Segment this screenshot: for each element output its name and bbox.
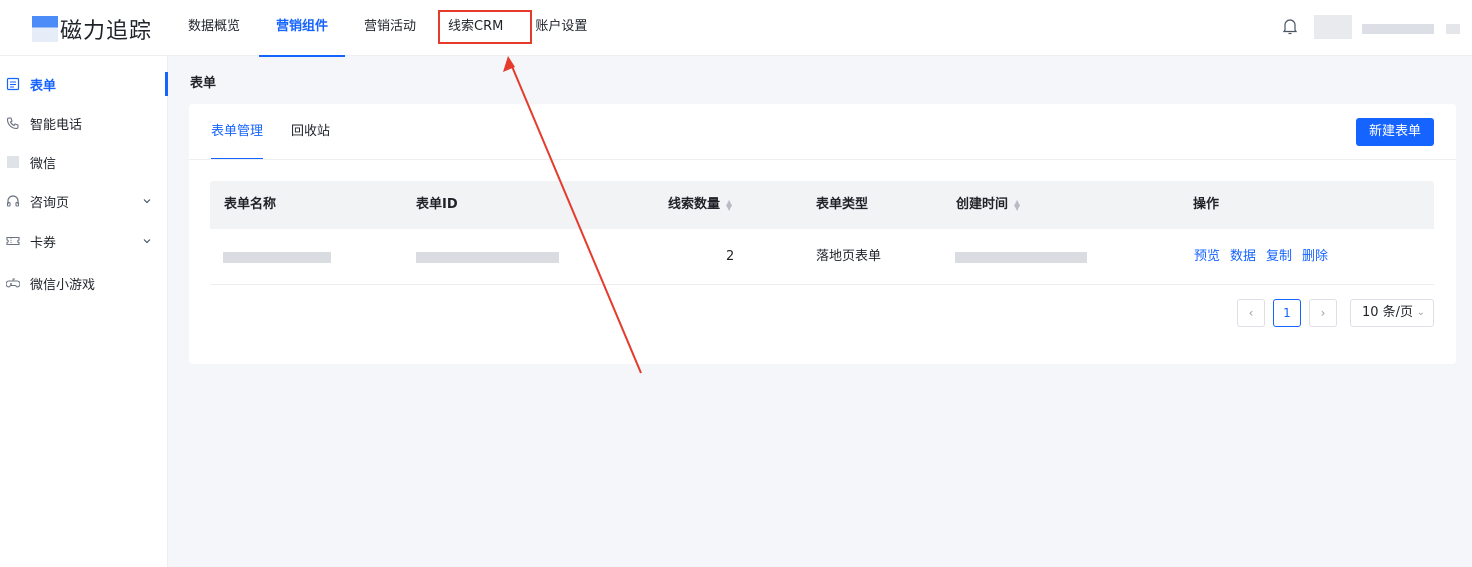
highlight-box bbox=[438, 10, 532, 44]
sidebar-item-label: 咨询页 bbox=[30, 195, 70, 211]
sidebar-item-smart-phone[interactable]: 智能电话 bbox=[0, 105, 168, 141]
page-number-button[interactable]: 1 bbox=[1273, 299, 1301, 327]
ticket-icon bbox=[6, 236, 20, 246]
data-link[interactable]: 数据 bbox=[1230, 249, 1256, 264]
chevron-down-icon bbox=[143, 239, 151, 244]
sidebar-item-label: 表单 bbox=[30, 78, 57, 94]
main-nav: 数据概览 营销组件 营销活动 线索CRM 账户设置 bbox=[188, 0, 623, 57]
sidebar-item-label: 卡券 bbox=[30, 235, 57, 251]
form-type-value: 落地页表单 bbox=[816, 249, 882, 264]
row-actions: 预览 数据 复制 删除 bbox=[1194, 229, 1338, 285]
tab-form-management[interactable]: 表单管理 bbox=[211, 104, 264, 160]
next-page-button[interactable]: › bbox=[1309, 299, 1337, 327]
chevron-down-icon: ⌄ bbox=[1416, 307, 1425, 318]
sidebar-item-form[interactable]: 表单 bbox=[0, 66, 168, 102]
preview-link[interactable]: 预览 bbox=[1194, 249, 1220, 264]
user-menu-redacted[interactable] bbox=[1446, 24, 1460, 34]
nav-item-account-settings[interactable]: 账户设置 bbox=[535, 0, 587, 56]
copy-link[interactable]: 复制 bbox=[1266, 249, 1292, 264]
brand-name: 磁力追踪 bbox=[60, 19, 153, 44]
column-header-created-time[interactable]: 创建时间 ▲ ▼ bbox=[956, 181, 1020, 229]
sidebar-item-wechat[interactable]: 微信 bbox=[0, 144, 168, 180]
form-id-redacted bbox=[416, 252, 559, 263]
sort-icon[interactable]: ▲ ▼ bbox=[1014, 198, 1020, 211]
table-header: 表单名称 表单ID 线索数量 ▲ ▼ 表单类型 创建时间 ▲ ▼ 操作 bbox=[210, 181, 1434, 229]
column-header-label: 创建时间 bbox=[956, 197, 1009, 212]
wechat-icon bbox=[7, 156, 19, 168]
arrow-head-icon bbox=[503, 56, 515, 72]
bell-icon[interactable] bbox=[1282, 18, 1298, 36]
forms-table: 表单名称 表单ID 线索数量 ▲ ▼ 表单类型 创建时间 ▲ ▼ 操作 2 落地页表单 … bbox=[210, 181, 1434, 285]
user-name-redacted[interactable] bbox=[1362, 24, 1434, 34]
column-header-actions: 操作 bbox=[1193, 197, 1220, 212]
form-icon bbox=[6, 77, 20, 91]
form-card: 表单管理 回收站 新建表单 表单名称 表单ID 线索数量 ▲ ▼ 表单类型 创建时间… bbox=[189, 104, 1456, 364]
column-header-form-type: 表单类型 bbox=[816, 197, 869, 212]
sidebar-item-coupon[interactable]: 卡券 bbox=[0, 223, 168, 259]
sidebar-item-label: 微信小游戏 bbox=[30, 277, 96, 293]
nav-item-marketing-activities[interactable]: 营销活动 bbox=[364, 0, 416, 56]
tab-divider bbox=[189, 159, 1456, 160]
page-size-select[interactable]: 10 条/页 ⌄ bbox=[1350, 299, 1434, 327]
form-name-redacted bbox=[223, 252, 331, 263]
top-bar: 磁力追踪 数据概览 营销组件 营销活动 线索CRM 账户设置 bbox=[0, 0, 1472, 57]
logo-icon bbox=[32, 16, 58, 42]
sidebar: 表单 智能电话 微信 咨询页 卡券 微信小游戏 bbox=[0, 56, 168, 567]
prev-page-button[interactable]: ‹ bbox=[1237, 299, 1265, 327]
phone-icon bbox=[6, 117, 19, 130]
nav-item-data-overview[interactable]: 数据概览 bbox=[188, 0, 240, 56]
column-header-form-name: 表单名称 bbox=[224, 197, 277, 212]
game-controller-icon bbox=[6, 278, 20, 288]
tab-bar: 表单管理 回收站 bbox=[211, 104, 358, 160]
lead-count-value: 2 bbox=[726, 249, 735, 264]
table-row: 2 落地页表单 预览 数据 复制 删除 bbox=[210, 229, 1434, 285]
sidebar-item-label: 智能电话 bbox=[30, 117, 83, 133]
nav-item-marketing-components[interactable]: 营销组件 bbox=[259, 0, 346, 57]
avatar[interactable] bbox=[1314, 15, 1352, 39]
page-size-label: 10 条/页 bbox=[1362, 305, 1414, 320]
headset-icon bbox=[6, 195, 20, 207]
chevron-down-icon bbox=[143, 199, 151, 204]
tab-recycle-bin[interactable]: 回收站 bbox=[291, 104, 330, 160]
column-header-label: 线索数量 bbox=[668, 197, 721, 212]
sidebar-item-label: 微信 bbox=[30, 156, 57, 172]
sidebar-item-wechat-mini-game[interactable]: 微信小游戏 bbox=[0, 265, 168, 301]
page-title: 表单 bbox=[190, 76, 217, 91]
created-time-redacted bbox=[955, 252, 1087, 263]
column-header-lead-count[interactable]: 线索数量 ▲ ▼ bbox=[668, 181, 732, 229]
new-form-button[interactable]: 新建表单 bbox=[1356, 118, 1434, 146]
sidebar-item-consult-page[interactable]: 咨询页 bbox=[0, 183, 168, 219]
sort-icon[interactable]: ▲ ▼ bbox=[726, 198, 732, 211]
delete-link[interactable]: 删除 bbox=[1302, 249, 1328, 264]
column-header-form-id: 表单ID bbox=[416, 197, 458, 212]
